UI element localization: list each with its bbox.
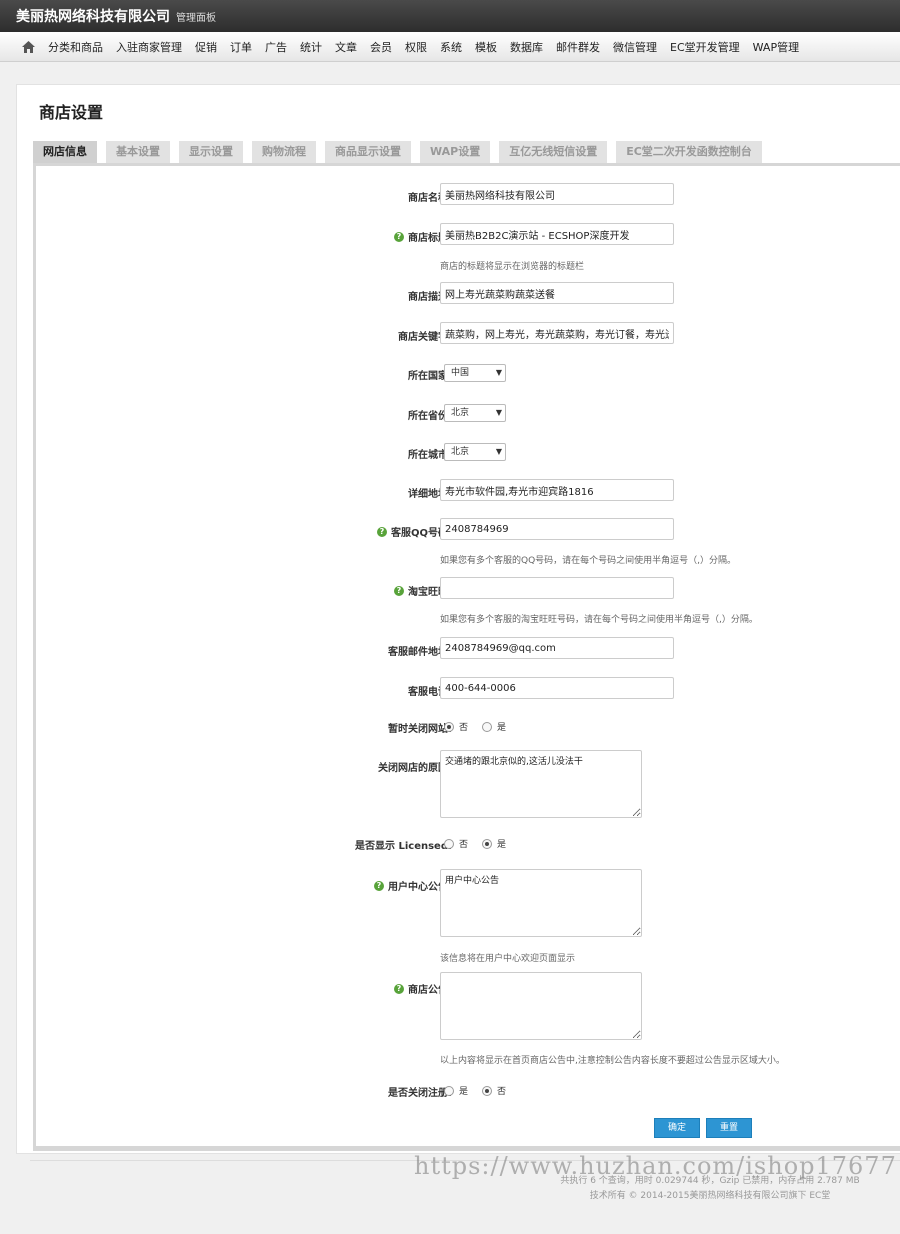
- closed-radio-group: 否 是: [444, 720, 520, 733]
- nav-item-mail[interactable]: 邮件群发: [556, 39, 600, 55]
- nav-item-products[interactable]: 分类和商品: [48, 39, 103, 55]
- help-icon[interactable]: ?: [374, 880, 384, 891]
- shop-name-input[interactable]: [440, 183, 674, 205]
- nav-item-members[interactable]: 会员: [370, 39, 392, 55]
- confirm-button[interactable]: 确定: [654, 1118, 700, 1138]
- page-title: 商店设置: [39, 103, 104, 122]
- close-register-label: 是否关闭注册:: [388, 1088, 452, 1099]
- province-select[interactable]: 北京 ▼: [444, 404, 506, 422]
- licensed-yes-label: 是: [497, 840, 507, 850]
- close-register-no-radio[interactable]: [482, 1085, 493, 1096]
- nav-item-stats[interactable]: 统计: [300, 39, 322, 55]
- closed-no-radio[interactable]: [444, 721, 454, 732]
- help-icon[interactable]: ?: [394, 983, 404, 994]
- shop-title-note: 商店的标题将显示在浏览器的标题栏: [440, 262, 585, 272]
- nav-item-articles[interactable]: 文章: [335, 39, 357, 55]
- phone-input[interactable]: [440, 677, 674, 699]
- licensed-radio-group: 否 是: [444, 837, 520, 850]
- chevron-down-icon: ▼: [495, 368, 502, 377]
- help-icon[interactable]: ?: [394, 585, 404, 596]
- nav-item-ec-dev[interactable]: EC堂开发管理: [670, 39, 740, 55]
- nav-item-wap[interactable]: WAP管理: [753, 39, 799, 55]
- tab-dev-console[interactable]: EC堂二次开发函数控制台: [616, 141, 762, 163]
- wangwang-input[interactable]: [440, 577, 674, 599]
- province-value: 北京: [451, 408, 470, 418]
- closed-yes-radio[interactable]: [482, 721, 493, 732]
- form-row-province: 所在省份: 北京 ▼: [36, 404, 900, 422]
- nav-item-promotion[interactable]: 促销: [195, 39, 217, 55]
- home-icon[interactable]: [18, 39, 38, 55]
- shop-desc-input[interactable]: [440, 282, 674, 304]
- nav-item-permissions[interactable]: 权限: [405, 39, 427, 55]
- close-register-no-label: 否: [497, 1087, 507, 1097]
- user-notice-textarea[interactable]: 用户中心公告: [440, 869, 642, 937]
- help-icon[interactable]: ?: [394, 231, 404, 242]
- chevron-down-icon: ▼: [495, 408, 502, 417]
- nav-item-merchants[interactable]: 入驻商家管理: [116, 39, 182, 55]
- close-register-radio-group: 是 否: [444, 1084, 520, 1097]
- chevron-down-icon: ▼: [495, 447, 502, 456]
- close-reason-textarea[interactable]: 交通堵的跟北京似的,这活儿没法干: [440, 750, 642, 818]
- brand-name: 美丽热网络科技有限公司: [16, 9, 170, 25]
- tab-basic[interactable]: 基本设置: [106, 141, 170, 163]
- reset-button[interactable]: 重置: [706, 1118, 752, 1138]
- form-row-country: 所在国家: 中国 ▼: [36, 364, 900, 382]
- nav-item-database[interactable]: 数据库: [510, 39, 543, 55]
- nav-item-orders[interactable]: 订单: [230, 39, 252, 55]
- city-value: 北京: [451, 447, 470, 457]
- tab-wap[interactable]: WAP设置: [420, 141, 491, 163]
- tab-shopping-flow[interactable]: 购物流程: [252, 141, 316, 163]
- nav-item-wechat[interactable]: 微信管理: [613, 39, 657, 55]
- shop-title-input[interactable]: [440, 223, 674, 245]
- closed-no-label: 否: [459, 723, 469, 733]
- licensed-yes-radio[interactable]: [482, 838, 493, 849]
- country-value: 中国: [451, 368, 470, 378]
- settings-form: 商店名称: ?商店标题: 商店的标题将显示在浏览器的标题栏 商店描述: 商店关键…: [33, 163, 900, 1151]
- form-row-city: 所在城市: 北京 ▼: [36, 443, 900, 461]
- closed-label: 暂时关闭网站:: [388, 724, 452, 735]
- qq-input[interactable]: [440, 518, 674, 540]
- top-bar: 美丽热网络科技有限公司 管理面板: [0, 0, 900, 32]
- city-select[interactable]: 北京 ▼: [444, 443, 506, 461]
- brand-subtitle: 管理面板: [176, 12, 216, 24]
- shop-notice-textarea[interactable]: [440, 972, 642, 1040]
- close-register-yes-radio[interactable]: [444, 1085, 454, 1096]
- watermark: https://www.huzhan.com/ishop17677: [414, 1152, 897, 1180]
- tab-goods-display[interactable]: 商品显示设置: [325, 141, 411, 163]
- nav-item-templates[interactable]: 模板: [475, 39, 497, 55]
- qq-note: 如果您有多个客服的QQ号码，请在每个号码之间使用半角逗号（,）分隔。: [440, 556, 737, 566]
- closed-yes-label: 是: [497, 723, 507, 733]
- wangwang-note: 如果您有多个客服的淘宝旺旺号码，请在每个号码之间使用半角逗号（,）分隔。: [440, 615, 758, 625]
- content-panel: 商店设置 网店信息 基本设置 显示设置 购物流程 商品显示设置 WAP设置 互亿…: [16, 84, 900, 1154]
- main-nav: 分类和商品 入驻商家管理 促销 订单 广告 统计 文章 会员 权限 系统 模板 …: [0, 32, 900, 62]
- licensed-no-radio[interactable]: [444, 838, 454, 849]
- settings-tabs: 网店信息 基本设置 显示设置 购物流程 商品显示设置 WAP设置 互亿无线短信设…: [33, 141, 771, 163]
- tab-sms[interactable]: 互亿无线短信设置: [499, 141, 608, 163]
- footer-copyright: 技术所有 © 2014-2015美丽热网络科技有限公司旗下 EC堂: [589, 1191, 831, 1201]
- licensed-no-label: 否: [459, 840, 469, 850]
- tab-shop-info[interactable]: 网店信息: [33, 141, 97, 163]
- nav-item-ads[interactable]: 广告: [265, 39, 287, 55]
- email-input[interactable]: [440, 637, 674, 659]
- user-notice-note: 该信息将在用户中心欢迎页面显示: [440, 954, 576, 964]
- close-register-yes-label: 是: [459, 1087, 469, 1097]
- address-input[interactable]: [440, 479, 674, 501]
- shop-notice-note: 以上内容将显示在首页商店公告中,注意控制公告内容长度不要超过公告显示区域大小。: [440, 1056, 785, 1066]
- tab-display[interactable]: 显示设置: [179, 141, 243, 163]
- shop-keywords-input[interactable]: [440, 322, 674, 344]
- licensed-label: 是否显示 Licensed:: [354, 841, 452, 852]
- nav-item-system[interactable]: 系统: [440, 39, 462, 55]
- help-icon[interactable]: ?: [376, 526, 387, 537]
- country-select[interactable]: 中国 ▼: [444, 364, 506, 382]
